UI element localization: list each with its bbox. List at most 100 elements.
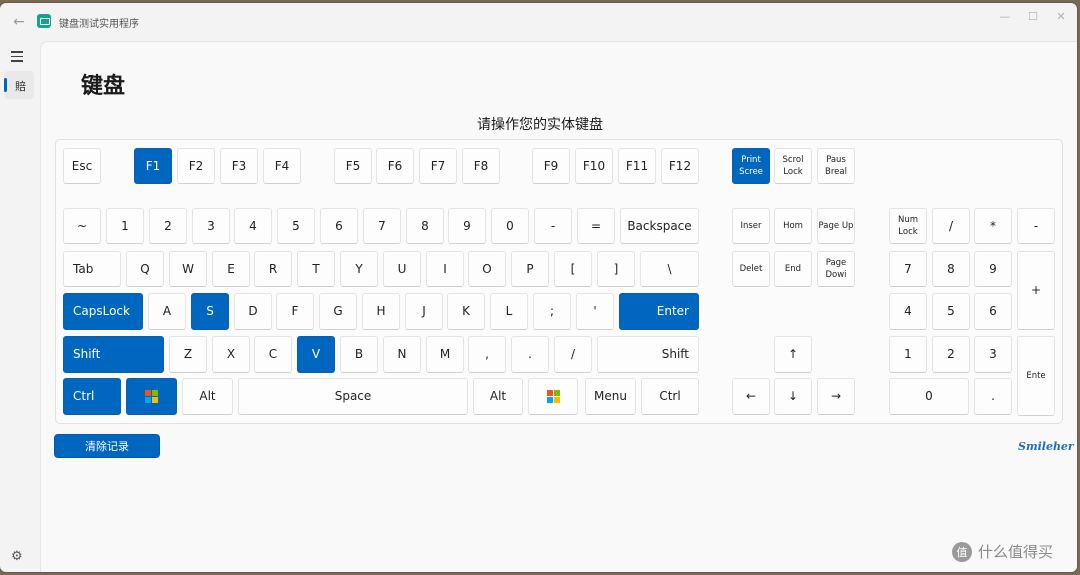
key-tab[interactable]: Tab [63, 251, 121, 287]
key-d0[interactable]: 0 [491, 208, 529, 244]
key-d6[interactable]: 6 [320, 208, 358, 244]
key-f11[interactable]: F11 [618, 148, 656, 184]
key-h[interactable]: H [362, 293, 400, 330]
key-o[interactable]: O [468, 251, 506, 287]
key-num-enter[interactable]: Ente [1017, 336, 1055, 416]
key-arrow-up[interactable]: ↑ [774, 336, 812, 373]
key-t[interactable]: T [297, 251, 335, 287]
key-d[interactable]: D [234, 293, 272, 330]
key-home[interactable]: Hom [774, 208, 812, 244]
key-d9[interactable]: 9 [448, 208, 486, 244]
key-f2[interactable]: F2 [177, 148, 215, 184]
key-v[interactable]: V [297, 336, 335, 373]
key-z[interactable]: Z [169, 336, 207, 373]
key-c[interactable]: C [254, 336, 292, 373]
key-d1[interactable]: 1 [106, 208, 144, 244]
key-num-lock[interactable]: Num Lock [889, 208, 927, 244]
key-quote[interactable]: ' [576, 293, 614, 330]
key-num-plus[interactable]: + [1017, 251, 1055, 330]
key-d8[interactable]: 8 [406, 208, 444, 244]
key-num9[interactable]: 9 [974, 251, 1012, 287]
gear-icon[interactable]: ⚙ [11, 549, 23, 564]
key-i[interactable]: I [426, 251, 464, 287]
key-menu[interactable]: Menu [585, 378, 636, 415]
key-f5[interactable]: F5 [334, 148, 372, 184]
key-backspace[interactable]: Backspace [620, 208, 699, 244]
key-lctrl[interactable]: Ctrl [63, 378, 121, 415]
key-num4[interactable]: 4 [889, 293, 927, 330]
key-l[interactable]: L [490, 293, 528, 330]
key-arrow-left[interactable]: ← [732, 378, 770, 415]
key-slash[interactable]: / [554, 336, 592, 373]
key-q[interactable]: Q [126, 251, 164, 287]
key-f3[interactable]: F3 [220, 148, 258, 184]
hamburger-icon[interactable] [9, 48, 25, 64]
clear-records-button[interactable]: 清除记录 [54, 434, 160, 458]
key-m[interactable]: M [426, 336, 464, 373]
key-k[interactable]: K [447, 293, 485, 330]
key-num6[interactable]: 6 [974, 293, 1012, 330]
key-pause[interactable]: Paus Breal [817, 148, 855, 184]
back-button[interactable]: ← [10, 14, 28, 30]
key-space[interactable]: Space [238, 378, 468, 415]
key-comma[interactable]: , [468, 336, 506, 373]
key-num-minus[interactable]: - [1017, 208, 1055, 244]
key-page-down[interactable]: Page Dowi [817, 251, 855, 287]
key-lbracket[interactable]: [ [554, 251, 592, 287]
key-f12[interactable]: F12 [661, 148, 699, 184]
key-arrow-down[interactable]: ↓ [774, 378, 812, 415]
minimize-button[interactable]: — [995, 9, 1015, 25]
key-num3[interactable]: 3 [974, 336, 1012, 373]
key-scroll-lock[interactable]: Scrol Lock [774, 148, 812, 184]
key-semicolon[interactable]: ; [533, 293, 571, 330]
key-y[interactable]: Y [340, 251, 378, 287]
key-g[interactable]: G [319, 293, 357, 330]
key-num5[interactable]: 5 [932, 293, 970, 330]
key-w[interactable]: W [169, 251, 207, 287]
key-f1[interactable]: F1 [134, 148, 172, 184]
key-p[interactable]: P [511, 251, 549, 287]
key-f10[interactable]: F10 [575, 148, 613, 184]
key-f4[interactable]: F4 [263, 148, 301, 184]
key-d5[interactable]: 5 [277, 208, 315, 244]
key-d3[interactable]: 3 [192, 208, 230, 244]
close-button[interactable]: ✕ [1051, 9, 1071, 25]
key-backslash[interactable]: \ [640, 251, 699, 287]
key-f8[interactable]: F8 [462, 148, 500, 184]
key-num-divide[interactable]: / [932, 208, 970, 244]
key-capslock[interactable]: CapsLock [63, 293, 143, 330]
key-d2[interactable]: 2 [149, 208, 187, 244]
key-num-decimal[interactable]: . [974, 378, 1012, 415]
key-lwin[interactable] [126, 378, 177, 415]
key-d7[interactable]: 7 [363, 208, 401, 244]
key-d4[interactable]: 4 [234, 208, 272, 244]
key-tilde[interactable]: ~ [63, 208, 101, 244]
key-r[interactable]: R [254, 251, 292, 287]
key-esc[interactable]: Esc [63, 148, 101, 184]
key-delete[interactable]: Delet [732, 251, 770, 287]
key-u[interactable]: U [383, 251, 421, 287]
key-x[interactable]: X [212, 336, 250, 373]
key-b[interactable]: B [340, 336, 378, 373]
key-a[interactable]: A [148, 293, 186, 330]
key-enter[interactable]: Enter [619, 293, 699, 330]
key-period[interactable]: . [511, 336, 549, 373]
key-arrow-right[interactable]: → [817, 378, 855, 415]
key-f7[interactable]: F7 [419, 148, 457, 184]
key-rbracket[interactable]: ] [597, 251, 635, 287]
key-n[interactable]: N [383, 336, 421, 373]
key-lshift[interactable]: Shift [63, 336, 164, 373]
key-ralt[interactable]: Alt [473, 378, 523, 415]
key-f6[interactable]: F6 [376, 148, 414, 184]
key-insert[interactable]: Inser [732, 208, 770, 244]
key-minus[interactable]: - [534, 208, 572, 244]
key-e[interactable]: E [212, 251, 250, 287]
key-print-screen[interactable]: Print Scree [732, 148, 770, 184]
key-lalt[interactable]: Alt [182, 378, 233, 415]
key-equal[interactable]: = [577, 208, 615, 244]
key-rshift[interactable]: Shift [597, 336, 699, 373]
key-end[interactable]: End [774, 251, 812, 287]
key-num1[interactable]: 1 [889, 336, 927, 373]
key-rctrl[interactable]: Ctrl [641, 378, 699, 415]
maximize-button[interactable]: ☐ [1023, 9, 1043, 25]
